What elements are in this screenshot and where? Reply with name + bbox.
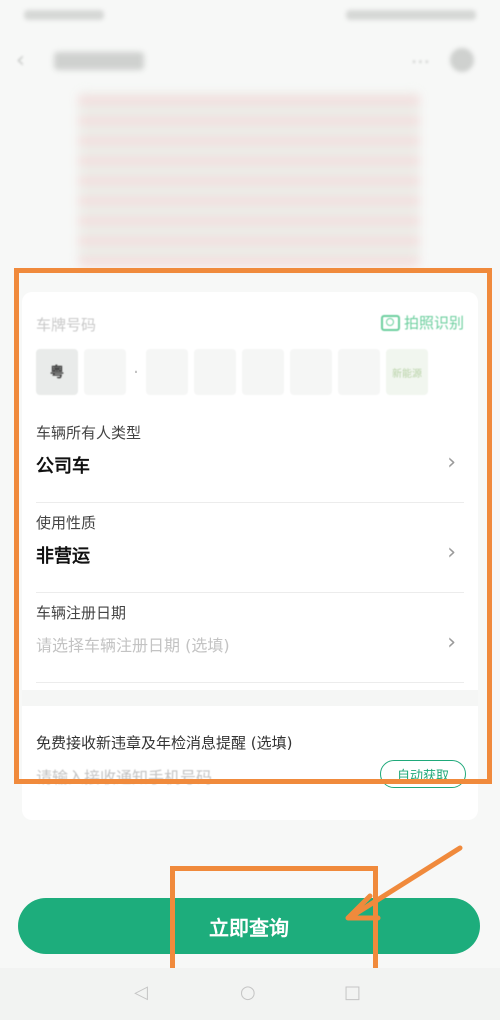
- nav-home-icon[interactable]: ○: [240, 982, 256, 1003]
- status-time: [24, 10, 104, 20]
- page-title: [54, 52, 144, 70]
- license-image: [78, 92, 420, 267]
- system-navigation-bar: ◁ ○ □: [0, 968, 500, 1020]
- nav-bar: ‹ ···: [0, 38, 500, 88]
- status-icons: [346, 10, 476, 20]
- more-icon[interactable]: ···: [411, 50, 430, 74]
- nav-recent-icon[interactable]: □: [344, 982, 361, 1003]
- form-highlight-annotation: [14, 268, 492, 784]
- status-bar: [0, 0, 500, 34]
- arrow-annotation: [345, 845, 463, 921]
- nav-back-icon[interactable]: ◁: [134, 982, 148, 1003]
- back-icon[interactable]: ‹: [16, 48, 25, 73]
- close-icon[interactable]: [450, 48, 474, 72]
